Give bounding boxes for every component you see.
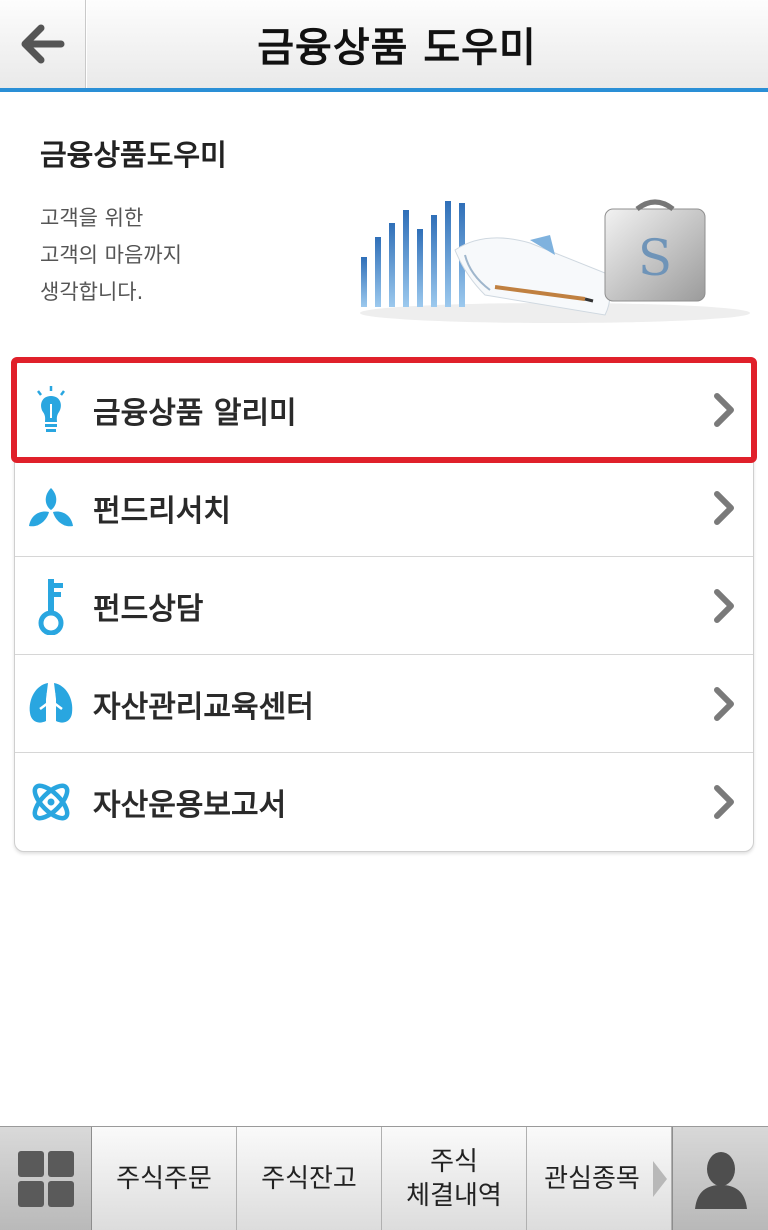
arrow-left-icon <box>21 24 64 64</box>
atom-icon <box>25 776 77 828</box>
menu-item-label: 자산운용보고서 <box>93 788 287 823</box>
tab-watchlist[interactable]: 관심종목 <box>527 1127 672 1230</box>
chevron-right-icon <box>714 490 734 525</box>
menu-item-asset-education[interactable]: 자산관리교육센터 <box>15 655 753 753</box>
menu-item-label: 자산관리교육센터 <box>93 689 314 725</box>
back-button[interactable] <box>0 0 87 88</box>
tree-icon <box>25 678 77 730</box>
chevron-right-icon <box>714 392 734 427</box>
section-title: 금융상품도우미 <box>40 138 227 172</box>
menu-item-fund-consulting[interactable]: 펀드상담 <box>15 557 753 655</box>
tab-label: 주식잔고 <box>261 1164 357 1194</box>
tab-stock-executions[interactable]: 주식 체결내역 <box>382 1127 527 1230</box>
grid-menu-button[interactable] <box>0 1127 92 1230</box>
menu-item-label: 펀드리서치 <box>93 493 231 529</box>
intro-line: 고객을 위한 <box>40 206 144 230</box>
lightbulb-icon <box>25 384 77 436</box>
finance-illustration: S <box>360 199 750 323</box>
tab-label: 주식주문 <box>116 1164 212 1194</box>
menu-item-label: 금융상품 알리미 <box>93 395 297 431</box>
leaf-trefoil-icon <box>25 482 77 534</box>
svg-text:S: S <box>638 229 672 287</box>
menu-item-product-alert[interactable]: 금융상품 알리미 <box>11 357 757 463</box>
menu-item-fund-research[interactable]: 펀드리서치 <box>15 459 753 557</box>
profile-button[interactable] <box>672 1127 768 1230</box>
tab-label: 주식 <box>430 1147 478 1177</box>
chevron-right-icon <box>714 686 734 721</box>
chevron-right-icon <box>714 785 734 819</box>
page-title: 금융상품 도우미 <box>257 25 537 71</box>
tab-label: 관심종목 <box>544 1164 640 1194</box>
intro-line: 생각합니다. <box>40 280 144 304</box>
intro-description: 고객을 위한 고객의 마음까지 생각합니다. <box>40 200 182 311</box>
top-header: 금융상품 도우미 <box>0 0 768 92</box>
scroll-right-icon[interactable] <box>653 1161 667 1197</box>
menu-list: 금융상품 알리미 펀드리서치 펀드상담 자산관리교육센터 자산운용보고서 <box>11 357 757 852</box>
user-icon <box>694 1152 747 1209</box>
tab-stock-balance[interactable]: 주식잔고 <box>237 1127 382 1230</box>
menu-item-label: 펀드상담 <box>93 591 204 627</box>
intro-line: 고객의 마음까지 <box>40 243 182 267</box>
chevron-right-icon <box>714 588 734 623</box>
tab-stock-order[interactable]: 주식주문 <box>92 1127 237 1230</box>
bottom-tab-bar: 주식주문 주식잔고 주식 체결내역 관심종목 <box>0 1126 768 1230</box>
tab-label: 체결내역 <box>406 1181 502 1211</box>
menu-item-asset-report[interactable]: 자산운용보고서 <box>15 753 753 851</box>
key-icon <box>25 578 77 635</box>
